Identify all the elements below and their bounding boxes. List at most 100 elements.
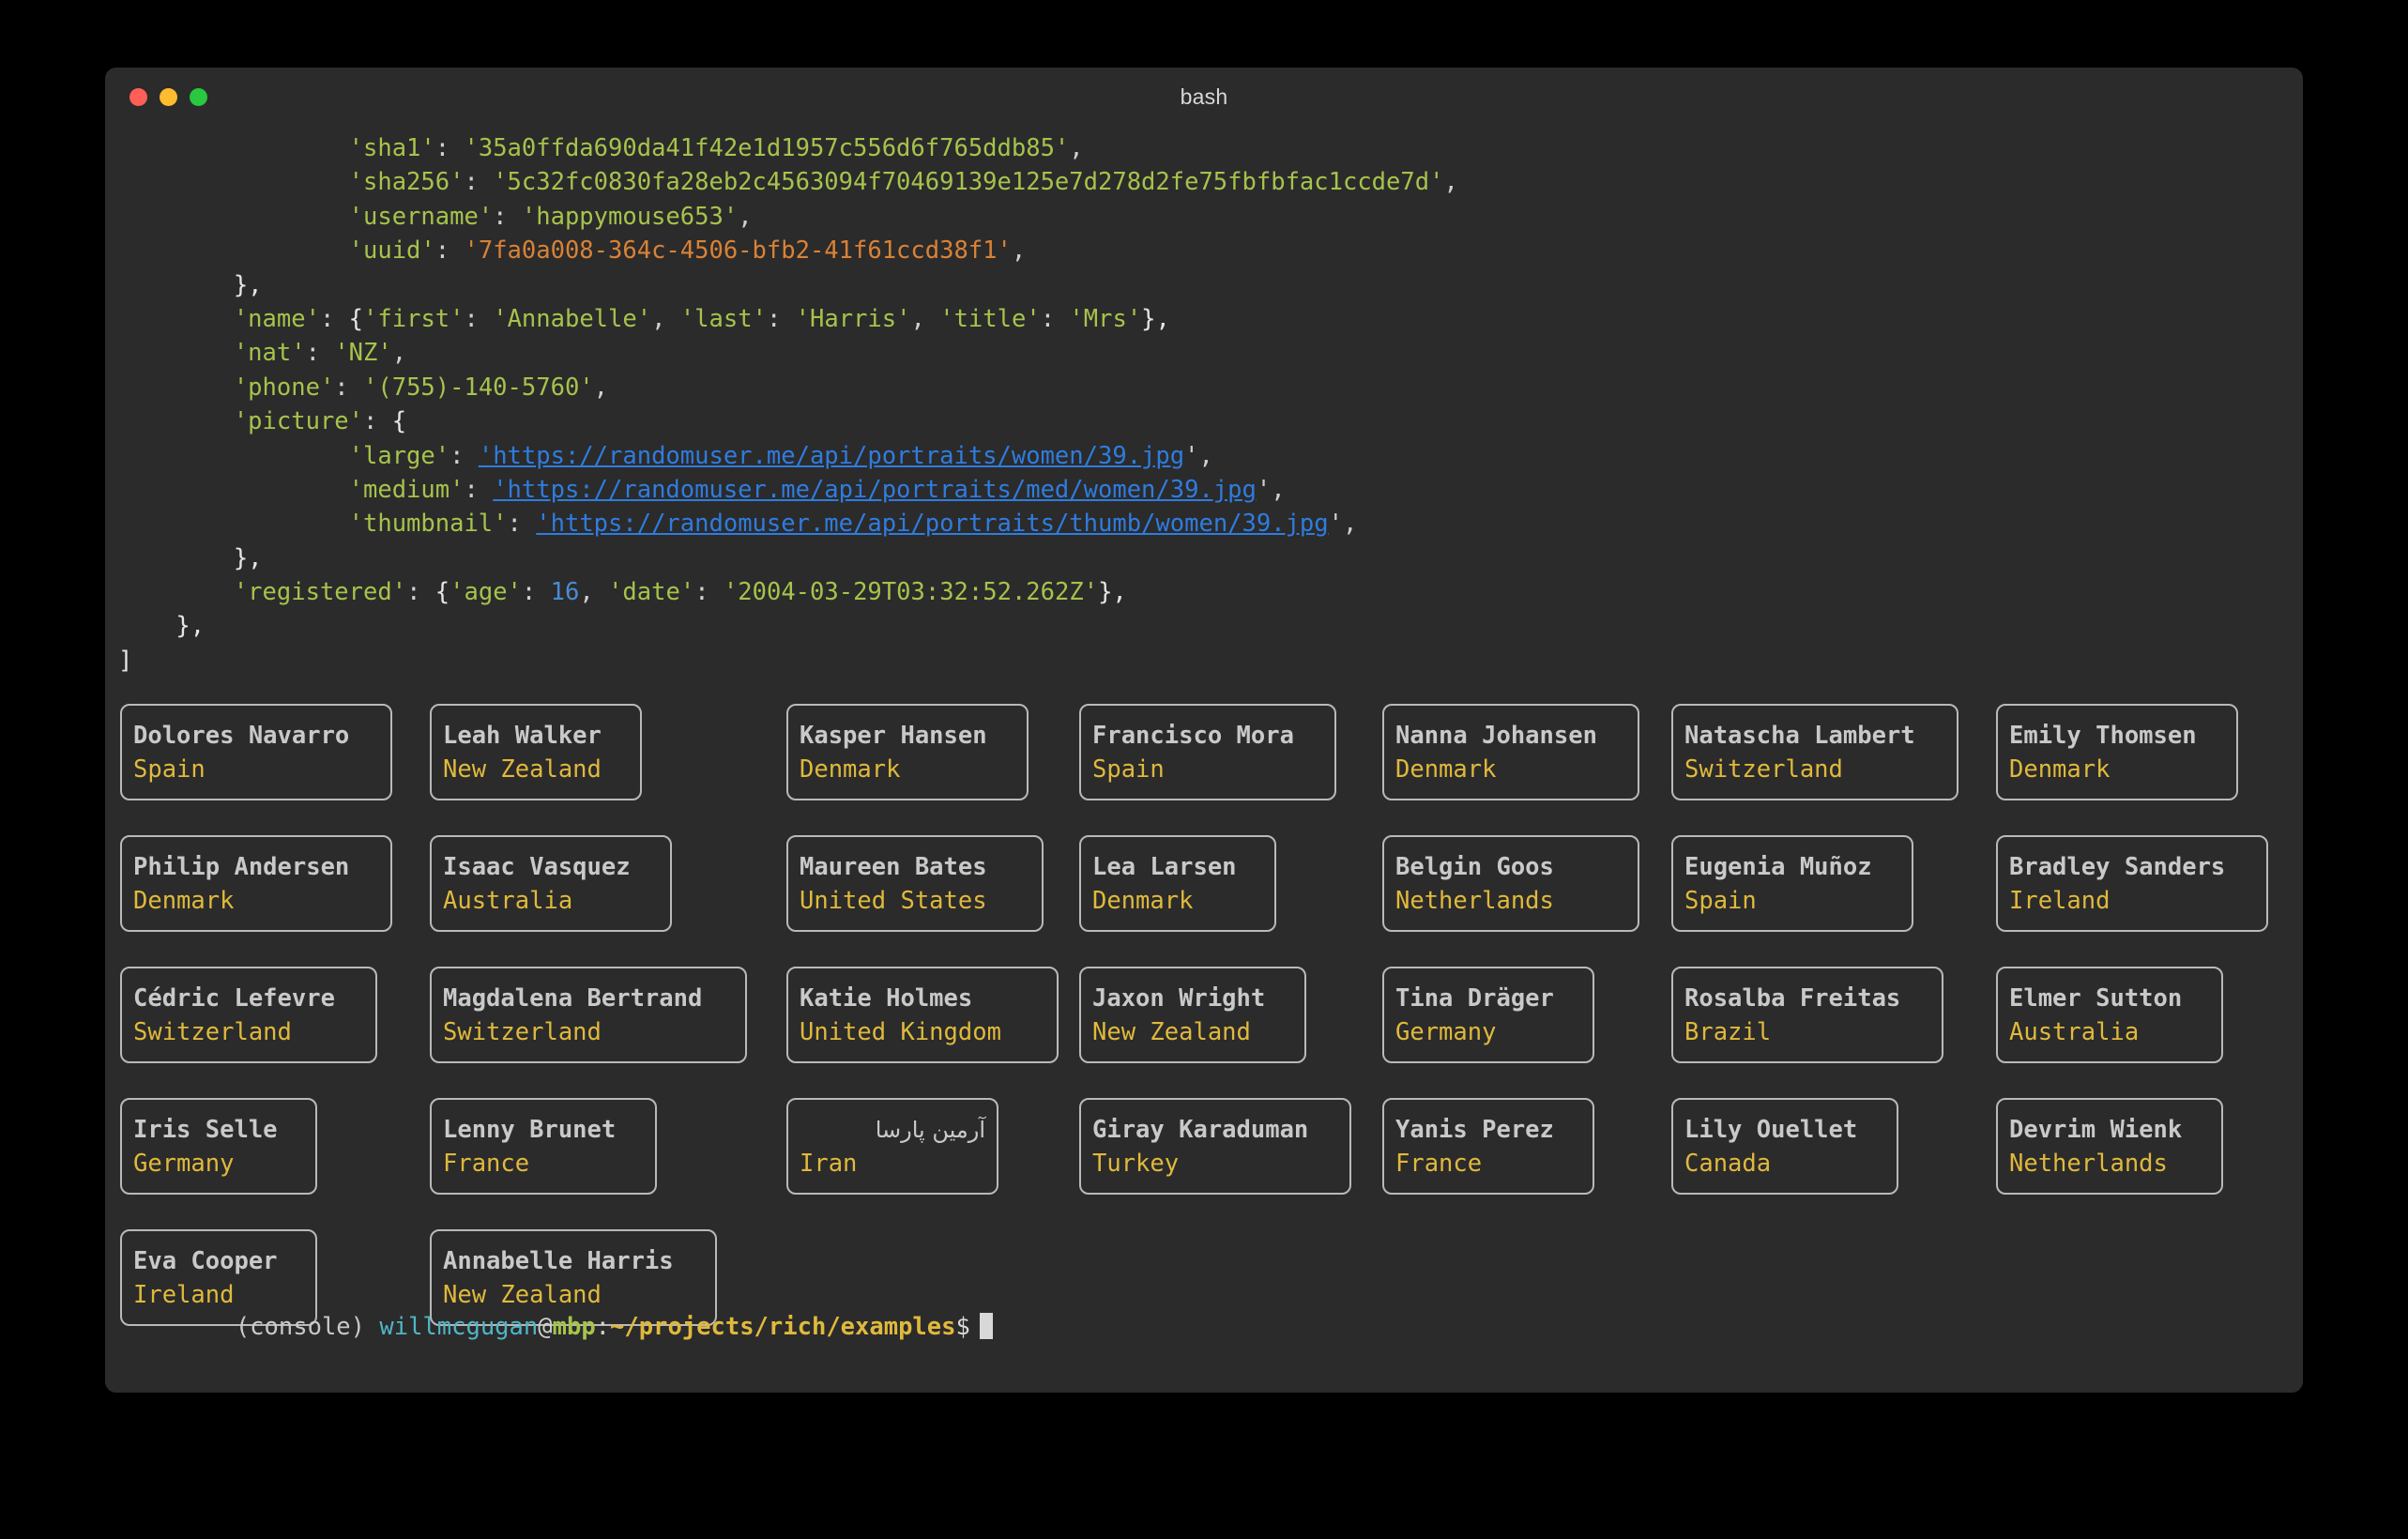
- console-line: 'sha1': '35a0ffda690da41f42e1d1957c556d6…: [118, 131, 2294, 165]
- console-token: 16: [550, 578, 580, 607]
- panel-row: Cédric Lefevre Switzerland Magdalena Bertr…: [120, 967, 2278, 1098]
- person-name: Jaxon Wright: [1092, 983, 1266, 1013]
- panel-row: Iris Selle Germany Lenny Brunet France آرمین…: [120, 1098, 2278, 1229]
- person-panel: Francisco Mora Spain: [1079, 704, 1336, 800]
- console-token: :: [493, 202, 522, 231]
- console-token: {: [348, 304, 364, 333]
- console-line: },: [118, 541, 2294, 575]
- console-token: :: [450, 441, 479, 470]
- person-panel: Magdalena Bertrand Switzerland: [430, 967, 747, 1063]
- person-country: Spain: [133, 754, 206, 784]
- console-line: },: [118, 609, 2294, 643]
- person-name: Philip Andersen: [133, 852, 350, 881]
- person-name: Eva Cooper: [133, 1246, 278, 1275]
- console-line: 'medium': 'https://randomuser.me/api/por…: [118, 473, 2294, 507]
- close-button-icon[interactable]: [130, 87, 147, 106]
- prompt-env: (console): [235, 1313, 365, 1341]
- console-line: 'username': 'happymouse653',: [118, 200, 2294, 234]
- console-token: 'title': [939, 304, 1041, 333]
- terminal-titlebar[interactable]: bash: [105, 68, 2303, 126]
- minimize-button-icon[interactable]: [160, 87, 177, 106]
- console-token: 'Mrs': [1069, 304, 1142, 333]
- console-token: {: [391, 407, 407, 436]
- console-token: ,: [651, 304, 680, 333]
- person-name: آرمین پارسا: [875, 1116, 985, 1143]
- console-link[interactable]: https://randomuser.me/api/portraits/med/…: [508, 476, 1257, 504]
- person-name: Tina Dräger: [1395, 983, 1554, 1013]
- console-link[interactable]: https://randomuser.me/api/portraits/wome…: [493, 442, 1184, 470]
- console-line: 'name': {'first': 'Annabelle', 'last': '…: [118, 302, 2294, 336]
- prompt-username: willmcgugan: [379, 1313, 539, 1341]
- console-token: :: [406, 578, 435, 607]
- zoom-button-icon[interactable]: [190, 87, 207, 106]
- shell-prompt[interactable]: (console) willmcgugan@mbp:~/projects/ric…: [120, 1276, 993, 1378]
- person-panel: Kasper Hansen Denmark: [786, 704, 1029, 800]
- person-panel: Lenny Brunet France: [430, 1098, 657, 1195]
- person-country: Denmark: [2009, 754, 2111, 784]
- console-token: 'first': [363, 304, 465, 333]
- console-token: ': [1184, 441, 1199, 470]
- console-token: 'NZ': [334, 339, 392, 368]
- console-link[interactable]: ': [479, 442, 493, 470]
- person-name: Kasper Hansen: [800, 721, 987, 750]
- console-token: {: [434, 578, 450, 607]
- person-country: Denmark: [1092, 886, 1194, 915]
- person-country: Switzerland: [133, 1017, 292, 1046]
- person-name: Yanis Perez: [1395, 1115, 1554, 1144]
- person-panel: Elmer Sutton Australia: [1996, 967, 2223, 1063]
- console-token: ,: [738, 202, 753, 231]
- console-line: 'uuid': '7fa0a008-364c-4506-bfb2-41f61cc…: [118, 234, 2294, 267]
- console-token: ,: [1069, 134, 1084, 162]
- person-panel: Nanna Johansen Denmark: [1382, 704, 1639, 800]
- console-line: ]: [118, 644, 2294, 678]
- terminal-body[interactable]: 'sha1': '35a0ffda690da41f42e1d1957c556d6…: [105, 126, 2303, 1393]
- person-name: Emily Thomsen: [2009, 721, 2197, 750]
- console-token: 'uuid': [348, 236, 435, 266]
- console-link[interactable]: https://randomuser.me/api/portraits/thum…: [551, 510, 1329, 538]
- console-line: 'thumbnail': 'https://randomuser.me/api/…: [118, 507, 2294, 541]
- console-token: ': [1256, 475, 1272, 504]
- person-country: Switzerland: [443, 1017, 602, 1046]
- console-token: :: [464, 475, 494, 504]
- person-panel: Jaxon Wright New Zealand: [1079, 967, 1306, 1063]
- console-token: 'sha1': [348, 134, 435, 162]
- console-token: },: [175, 612, 206, 641]
- person-panel: Emily Thomsen Denmark: [1996, 704, 2238, 800]
- console-token: },: [1141, 304, 1170, 333]
- person-country: Canada: [1684, 1149, 1772, 1178]
- panel-grid: Dolores Navarro Spain Leah Walker New Zeala…: [120, 704, 2278, 1361]
- console-token: '35a0ffda690da41f42e1d1957c556d6f765ddb8…: [464, 134, 1070, 162]
- person-name: Lea Larsen: [1092, 852, 1237, 881]
- console-token: 'Harris': [795, 304, 911, 333]
- person-panel: Isaac Vasquez Australia: [430, 835, 672, 932]
- person-country: Brazil: [1684, 1017, 1772, 1046]
- panel-row: Philip Andersen Denmark Isaac Vasquez Austr…: [120, 835, 2278, 967]
- console-token: :: [766, 304, 796, 333]
- person-country: Spain: [1684, 886, 1757, 915]
- person-name: Giray Karaduman: [1092, 1115, 1309, 1144]
- person-country: Germany: [1395, 1017, 1497, 1046]
- person-name: Cédric Lefevre: [133, 983, 335, 1013]
- person-country: United States: [800, 886, 987, 915]
- console-token: ,: [1443, 168, 1458, 197]
- person-panel: Eugenia Muñoz Spain: [1671, 835, 1913, 932]
- console-link[interactable]: ': [536, 510, 550, 538]
- person-country: New Zealand: [1092, 1017, 1251, 1046]
- person-panel: Dolores Navarro Spain: [120, 704, 392, 800]
- person-panel: آرمین پارسا Iran: [786, 1098, 998, 1195]
- console-token: :: [464, 304, 494, 333]
- console-line: 'sha256': '5c32fc0830fa28eb2c4563094f704…: [118, 165, 2294, 199]
- person-panel: Leah Walker New Zealand: [430, 704, 642, 800]
- prompt-path: ~/projects/rich/examples: [610, 1313, 956, 1341]
- person-country: Denmark: [800, 754, 901, 784]
- text-cursor: [979, 1313, 993, 1339]
- console-link[interactable]: ': [493, 476, 507, 504]
